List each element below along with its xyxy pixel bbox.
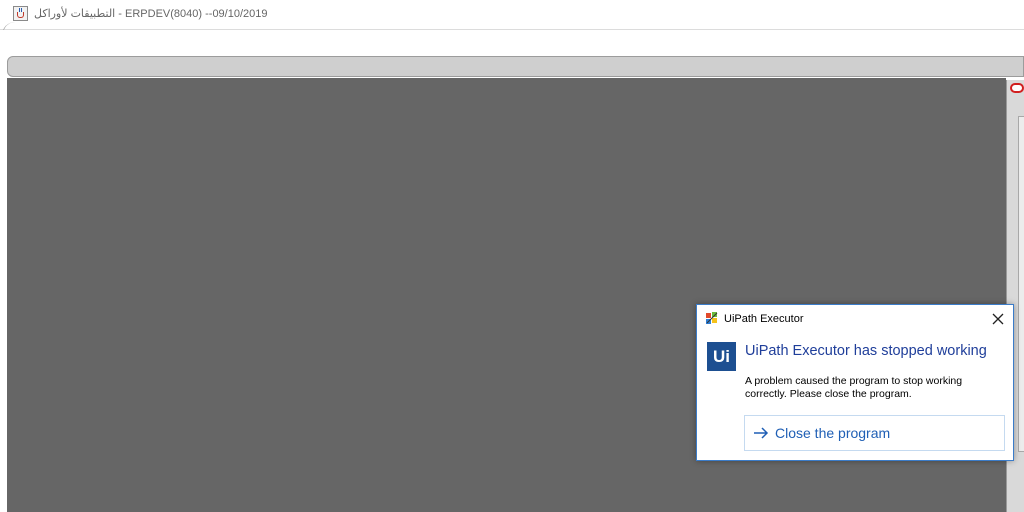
uipath-logo: Ui [707, 342, 736, 371]
side-panel-scroll[interactable] [1018, 116, 1024, 452]
close-program-button[interactable]: Close the program [744, 415, 1005, 451]
error-dialog: UiPath Executor Ui UiPath Executor has s… [696, 304, 1014, 461]
dialog-titlebar: UiPath Executor [697, 305, 1013, 333]
close-button[interactable] [987, 308, 1009, 330]
dialog-title: UiPath Executor [724, 313, 804, 325]
window-titlebar: التطبيقات لأوراكل - ERPDEV(8040) --09/10… [0, 0, 1024, 30]
java-cup-icon [13, 6, 28, 21]
windows-error-icon [706, 312, 718, 324]
dialog-message: A problem caused the program to stop wor… [745, 375, 963, 400]
app-window: التطبيقات لأوراكل - ERPDEV(8040) --09/10… [0, 0, 1024, 512]
window-title: التطبيقات لأوراكل - ERPDEV(8040) --09/10… [34, 8, 268, 20]
arrow-right-icon [754, 427, 769, 439]
dialog-heading: UiPath Executor has stopped working [745, 343, 987, 359]
oracle-icon [1010, 83, 1024, 93]
left-edge [0, 78, 7, 512]
close-icon [992, 313, 1004, 325]
close-program-label: Close the program [775, 425, 891, 441]
toolbar-bar [7, 56, 1024, 77]
